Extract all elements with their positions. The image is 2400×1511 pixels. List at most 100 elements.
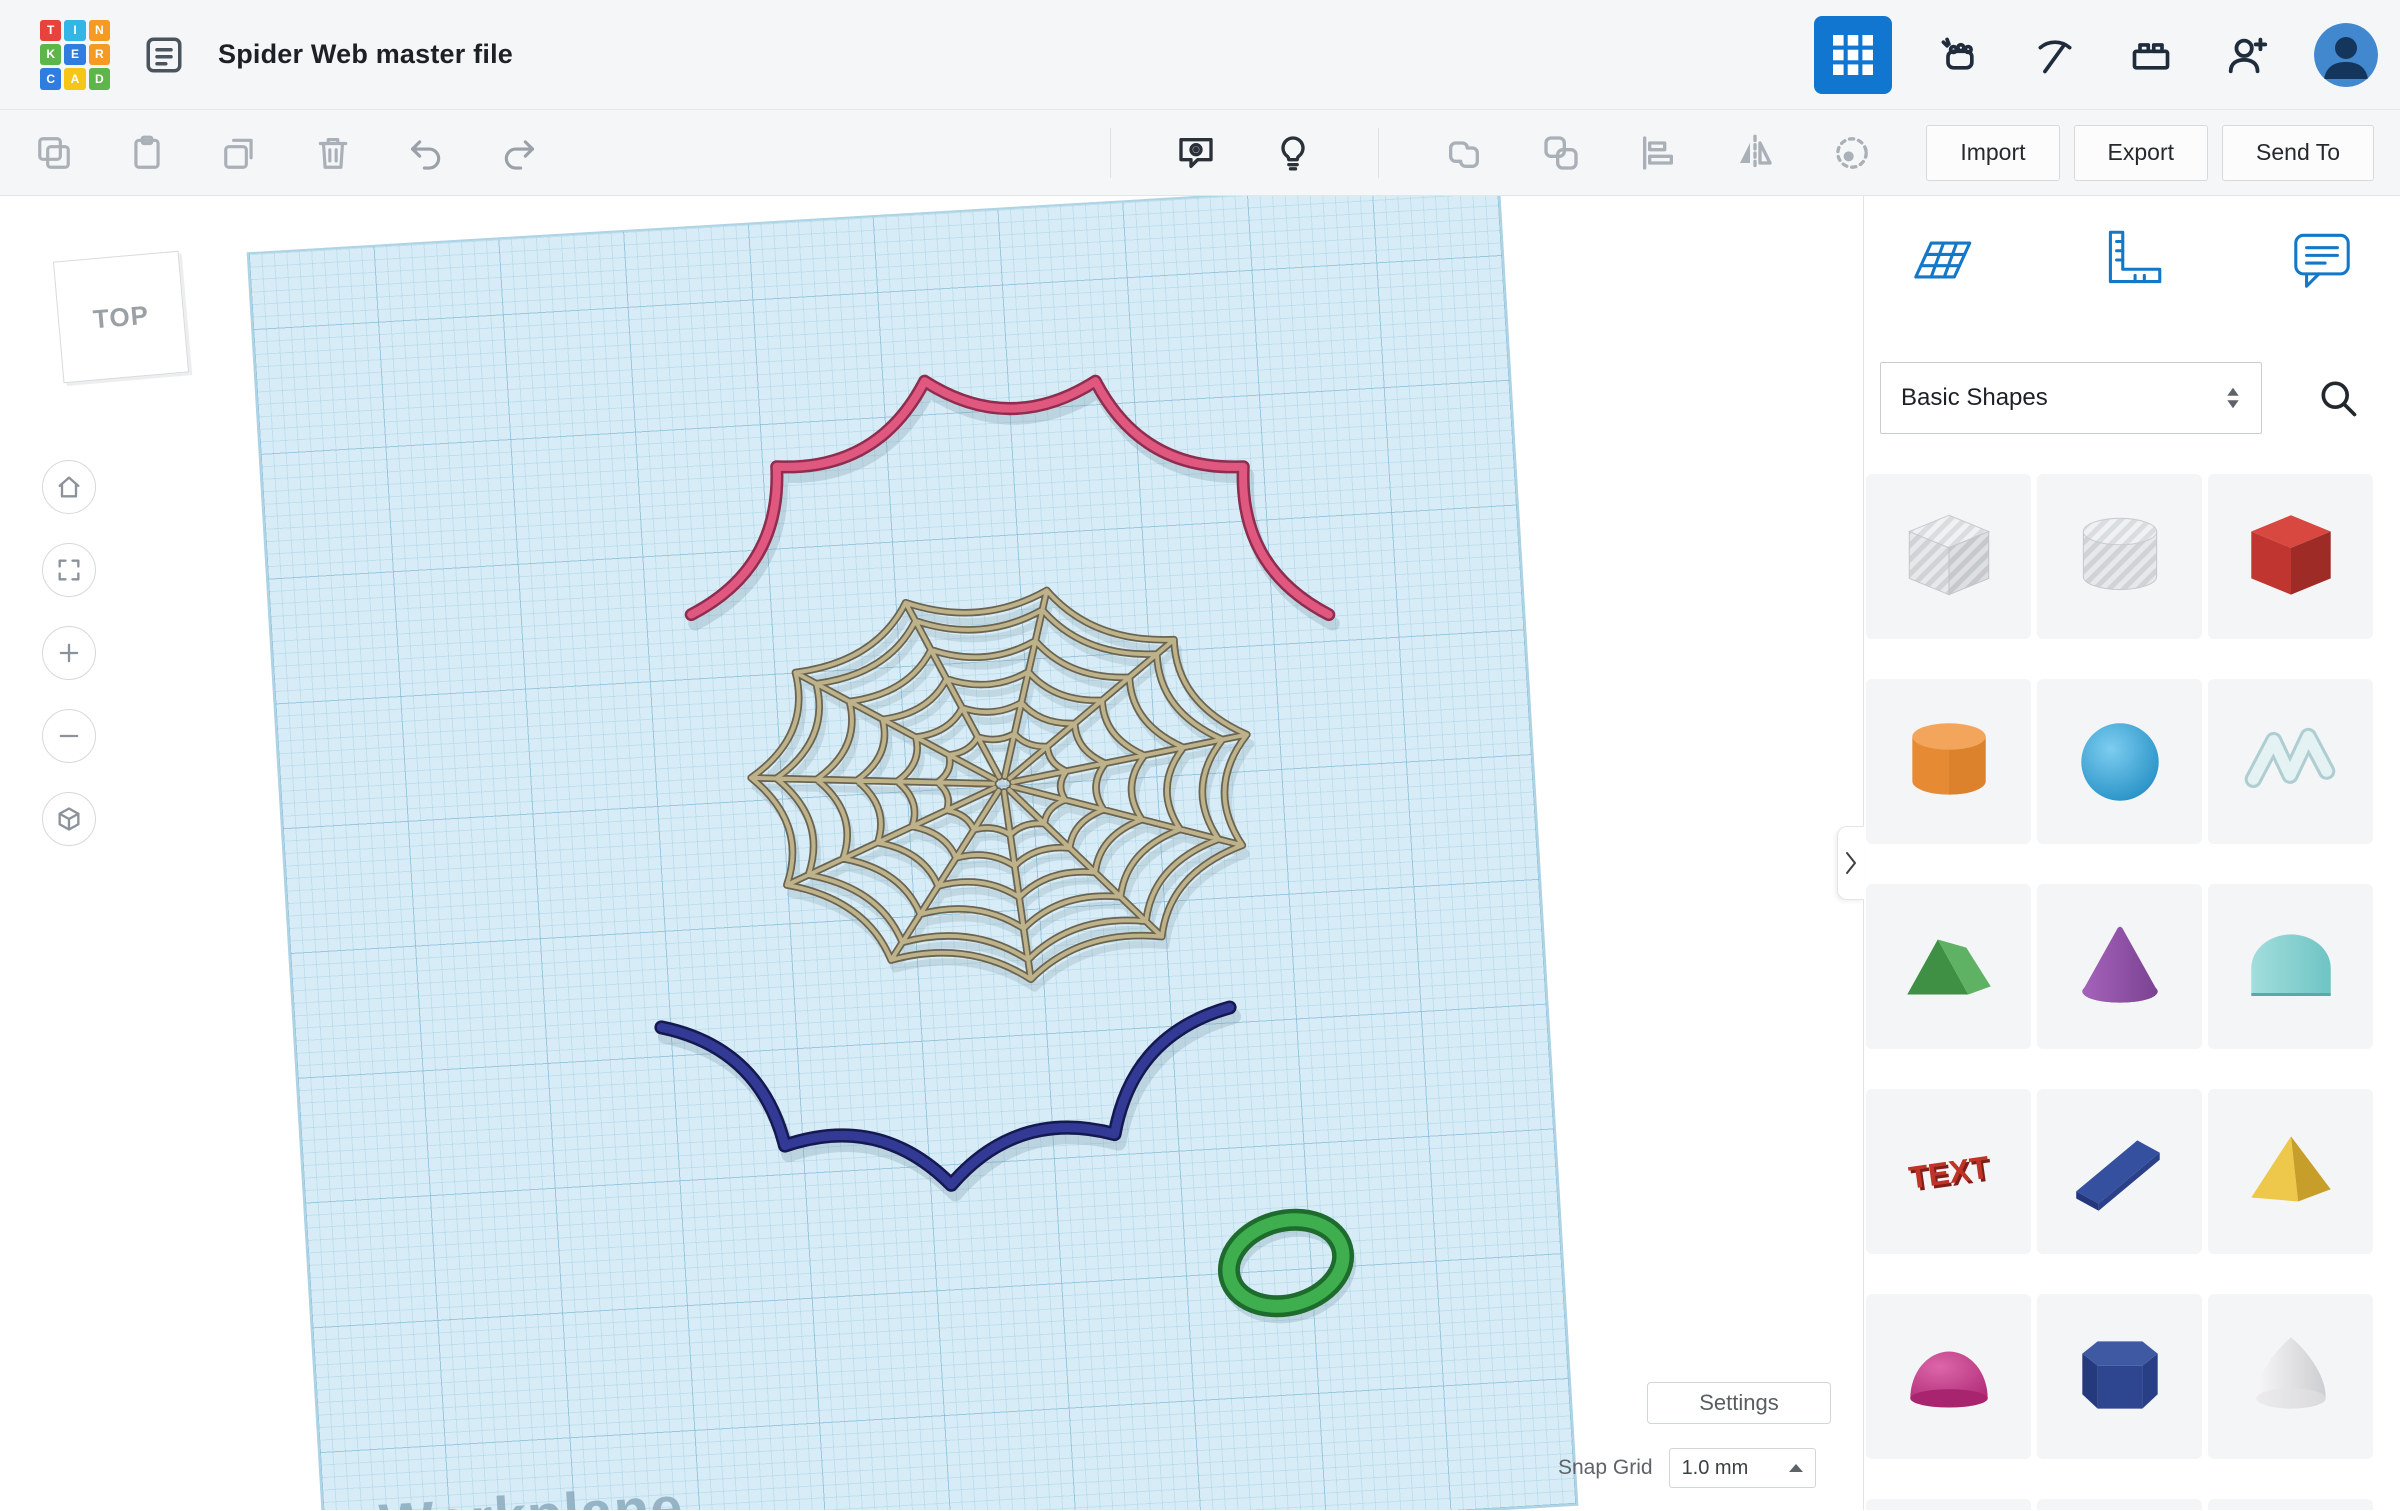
file-actions-group: Import Export Send To bbox=[1926, 125, 2374, 181]
fit-view-icon bbox=[55, 556, 83, 584]
yellow-pyramid-icon bbox=[2235, 1116, 2347, 1228]
shapes-category-row: Basic Shapes bbox=[1880, 362, 2384, 434]
shapes-category-dropdown[interactable]: Basic Shapes bbox=[1880, 362, 2262, 434]
logo-letter: D bbox=[89, 68, 110, 89]
ungroup-button[interactable] bbox=[1533, 125, 1589, 181]
design-properties-button[interactable] bbox=[136, 27, 192, 83]
duplicate-icon bbox=[221, 134, 259, 172]
logo-letter: E bbox=[64, 44, 85, 65]
avatar[interactable] bbox=[2314, 23, 2378, 87]
header-right-group bbox=[1814, 16, 2400, 94]
design-title[interactable]: Spider Web master file bbox=[218, 39, 513, 70]
scribble-icon bbox=[2235, 706, 2347, 818]
shape-cylinder-transparent[interactable] bbox=[2037, 474, 2202, 639]
cylinder-transparent-icon bbox=[2064, 501, 2176, 613]
paste-button[interactable] bbox=[119, 125, 175, 181]
export-button[interactable]: Export bbox=[2074, 125, 2208, 181]
invite-collaborator-button[interactable] bbox=[2218, 26, 2276, 84]
edit-toolbar: Import Export Send To bbox=[0, 110, 2400, 196]
delete-button[interactable] bbox=[305, 125, 361, 181]
perspective-toggle-button[interactable] bbox=[42, 792, 96, 846]
copy-icon bbox=[35, 134, 73, 172]
sort-carets-icon bbox=[2225, 385, 2241, 411]
shape-tile-partial[interactable] bbox=[1866, 1499, 2031, 1510]
redo-button[interactable] bbox=[491, 125, 547, 181]
workplane-tool-button[interactable] bbox=[1904, 222, 1980, 298]
fit-view-button[interactable] bbox=[42, 543, 96, 597]
shape-scribble[interactable] bbox=[2208, 679, 2373, 844]
circuits-button[interactable] bbox=[1930, 26, 1988, 84]
plus-icon bbox=[55, 639, 83, 667]
shape-box[interactable] bbox=[2208, 474, 2373, 639]
mirror-button[interactable] bbox=[1727, 125, 1783, 181]
shape-cylinder[interactable] bbox=[1866, 679, 2031, 844]
shape-paraboloid[interactable] bbox=[2208, 1294, 2373, 1459]
notes-hint-button[interactable] bbox=[1265, 125, 1321, 181]
logo-letter: I bbox=[64, 20, 85, 41]
shape-cone[interactable] bbox=[2037, 884, 2202, 1049]
snap-grid-dropdown[interactable]: 1.0 mm bbox=[1669, 1448, 1816, 1488]
brick-icon bbox=[2129, 33, 2173, 77]
minecraft-export-button[interactable] bbox=[2026, 26, 2084, 84]
show-all-button[interactable] bbox=[1168, 125, 1224, 181]
ungroup-icon bbox=[1541, 133, 1581, 173]
notes-tool-button[interactable] bbox=[2284, 222, 2360, 298]
chevron-right-icon bbox=[1844, 851, 1858, 875]
lightbulb-icon bbox=[1273, 133, 1313, 173]
object-tools-group bbox=[1094, 125, 1880, 181]
panel-tools bbox=[1864, 222, 2400, 298]
zoom-in-button[interactable] bbox=[42, 626, 96, 680]
orange-cylinder-icon bbox=[1893, 706, 2005, 818]
shape-text[interactable]: TEXT TEXT bbox=[1866, 1089, 2031, 1254]
search-shapes-button[interactable] bbox=[2310, 370, 2366, 426]
lego-export-button[interactable] bbox=[2122, 26, 2180, 84]
duplicate-button[interactable] bbox=[212, 125, 268, 181]
caret-up-icon bbox=[1789, 1464, 1803, 1472]
shape-pyramid[interactable] bbox=[2208, 1089, 2373, 1254]
undo-icon bbox=[407, 134, 445, 172]
import-button[interactable]: Import bbox=[1926, 125, 2059, 181]
shape-sphere[interactable] bbox=[2037, 679, 2202, 844]
minus-icon bbox=[55, 722, 83, 750]
box-transparent-icon bbox=[1893, 501, 2005, 613]
viewport-3d[interactable]: Workplane TOP bbox=[0, 196, 1863, 1510]
red-box-icon bbox=[2235, 501, 2347, 613]
shape-tile-partial[interactable] bbox=[2037, 1499, 2202, 1510]
copy-button[interactable] bbox=[26, 125, 82, 181]
notes-icon bbox=[2285, 223, 2359, 297]
group-button[interactable] bbox=[1436, 125, 1492, 181]
tinkercad-logo[interactable]: T I N K E R C A D bbox=[40, 20, 110, 90]
shape-tile-partial[interactable] bbox=[2208, 1499, 2373, 1510]
shape-roof[interactable] bbox=[1866, 884, 2031, 1049]
shape-half-sphere[interactable] bbox=[1866, 1294, 2031, 1459]
paraboloid-icon bbox=[2235, 1321, 2347, 1433]
snap-grid-value: 1.0 mm bbox=[1682, 1457, 1749, 1480]
send-to-button[interactable]: Send To bbox=[2222, 125, 2374, 181]
workplane-grid-icon bbox=[1905, 223, 1979, 297]
shape-box-transparent[interactable] bbox=[1866, 474, 2031, 639]
shape-wedge[interactable] bbox=[2037, 1089, 2202, 1254]
panel-collapse-handle[interactable] bbox=[1837, 826, 1864, 900]
ruler-icon bbox=[2095, 223, 2169, 297]
trash-icon bbox=[314, 134, 352, 172]
zoom-out-button[interactable] bbox=[42, 709, 96, 763]
align-button[interactable] bbox=[1630, 125, 1686, 181]
dashboard-designs-button[interactable] bbox=[1814, 16, 1892, 94]
clipboard-group bbox=[26, 125, 547, 181]
hex-prism-icon bbox=[2064, 1321, 2176, 1433]
view-cube[interactable]: TOP bbox=[53, 251, 189, 384]
paste-icon bbox=[128, 134, 166, 172]
home-view-button[interactable] bbox=[42, 460, 96, 514]
ruler-tool-button[interactable] bbox=[2094, 222, 2170, 298]
grid-icon bbox=[1833, 35, 1873, 75]
logo-letter: T bbox=[40, 20, 61, 41]
weld-button[interactable] bbox=[1824, 125, 1880, 181]
mirror-icon bbox=[1735, 133, 1775, 173]
toolbar-separator bbox=[1110, 128, 1111, 178]
grid-settings-button[interactable]: Settings bbox=[1647, 1382, 1831, 1424]
redo-icon bbox=[500, 134, 538, 172]
undo-button[interactable] bbox=[398, 125, 454, 181]
workplane[interactable]: Workplane bbox=[247, 196, 1579, 1510]
shape-round-roof[interactable] bbox=[2208, 884, 2373, 1049]
shape-polygon[interactable] bbox=[2037, 1294, 2202, 1459]
